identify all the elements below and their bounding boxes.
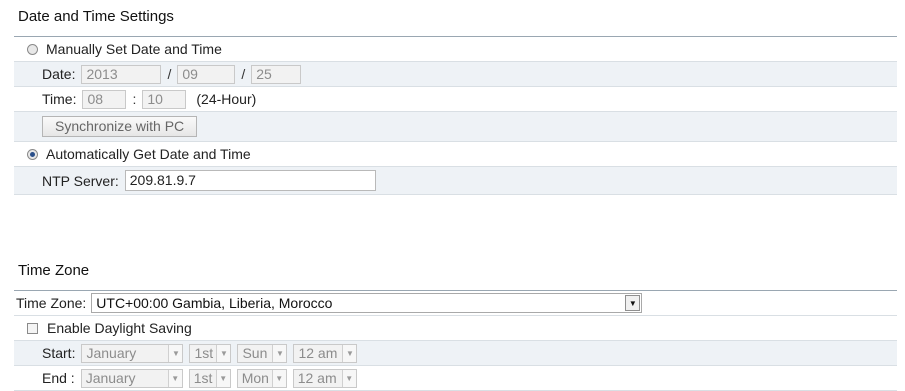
start-month-select[interactable]: January ▼	[81, 343, 184, 363]
hour-input[interactable]: 08	[82, 89, 127, 109]
chevron-down-icon[interactable]: ▼	[341, 369, 356, 387]
chevron-down-icon[interactable]: ▼	[168, 344, 183, 362]
section-title-text: Date and Time Settings	[18, 8, 174, 25]
end-month-select[interactable]: January ▼	[80, 368, 183, 388]
manual-time-radio[interactable]	[27, 43, 38, 55]
chevron-down-icon[interactable]: ▼	[625, 295, 641, 311]
day-input[interactable]: 25	[251, 64, 302, 84]
date-time-section-title: Date and Time Settings	[14, 2, 897, 32]
tz-selected-value: UTC+00:00 Gambia, Liberia, Morocco	[96, 295, 333, 311]
sync-row: Synchronize with PC	[14, 112, 897, 142]
dst-end-label: End :	[42, 370, 75, 386]
auto-time-label: Automatically Get Date and Time	[46, 146, 251, 162]
end-week-select[interactable]: 1st ▼	[188, 368, 231, 388]
end-day-value: Mon	[241, 370, 269, 386]
start-week-value: 1st	[194, 345, 214, 361]
end-hour-select[interactable]: 12 am ▼	[292, 368, 357, 388]
start-week-select[interactable]: 1st ▼	[189, 343, 232, 363]
manual-time-label: Manually Set Date and Time	[46, 41, 222, 57]
minute-input[interactable]: 10	[142, 89, 187, 109]
time-zone-section-title: Time Zone	[14, 256, 897, 286]
date-row: Date: 2013 / 09 / 25	[14, 62, 897, 87]
dst-checkbox[interactable]	[27, 322, 38, 334]
manual-time-row[interactable]: Manually Set Date and Time	[14, 37, 897, 62]
chevron-down-icon[interactable]: ▼	[216, 344, 231, 362]
synchronize-button[interactable]: Synchronize with PC	[42, 116, 198, 137]
tz-select[interactable]: UTC+00:00 Gambia, Liberia, Morocco ▼	[91, 293, 643, 313]
date-separator: /	[167, 66, 172, 82]
start-month-value: January	[86, 345, 137, 361]
end-week-value: 1st	[193, 370, 213, 386]
dst-start-row: Start: January ▼ 1st ▼ Sun ▼ 12 am ▼	[14, 341, 897, 366]
chevron-down-icon[interactable]: ▼	[272, 344, 287, 362]
ntp-row: NTP Server: 209.81.9.7	[14, 167, 897, 195]
end-month-value: January	[85, 370, 136, 386]
tz-row: Time Zone: UTC+00:00 Gambia, Liberia, Mo…	[14, 291, 897, 316]
chevron-down-icon[interactable]: ▼	[215, 369, 230, 387]
month-input[interactable]: 09	[177, 64, 236, 84]
ntp-server-input[interactable]: 209.81.9.7	[124, 170, 376, 191]
end-day-select[interactable]: Mon ▼	[236, 368, 287, 388]
year-input[interactable]: 2013	[81, 64, 162, 84]
end-hour-value: 12 am	[297, 370, 337, 386]
start-day-value: Sun	[242, 345, 268, 361]
time-row: Time: 08 : 10 (24-Hour)	[14, 87, 897, 112]
ntp-label: NTP Server:	[42, 172, 119, 189]
dst-row[interactable]: Enable Daylight Saving	[14, 316, 897, 341]
chevron-down-icon[interactable]: ▼	[167, 369, 182, 387]
dst-start-label: Start:	[42, 345, 76, 361]
auto-time-row[interactable]: Automatically Get Date and Time	[14, 142, 897, 167]
section-title-text: Time Zone	[18, 262, 90, 279]
dst-label: Enable Daylight Saving	[47, 320, 192, 336]
date-separator: /	[241, 66, 246, 82]
auto-time-radio[interactable]	[27, 148, 38, 160]
time-separator: :	[132, 91, 137, 107]
time-format-label: (24-Hour)	[196, 91, 257, 107]
chevron-down-icon[interactable]: ▼	[271, 369, 286, 387]
start-hour-select[interactable]: 12 am ▼	[293, 343, 358, 363]
start-day-select[interactable]: Sun ▼	[237, 343, 288, 363]
time-label: Time:	[42, 91, 77, 107]
dst-end-row: End : January ▼ 1st ▼ Mon ▼ 12 am ▼	[14, 366, 897, 391]
date-label: Date:	[42, 66, 76, 82]
tz-label: Time Zone:	[16, 295, 87, 311]
chevron-down-icon[interactable]: ▼	[342, 344, 357, 362]
start-hour-value: 12 am	[298, 345, 338, 361]
